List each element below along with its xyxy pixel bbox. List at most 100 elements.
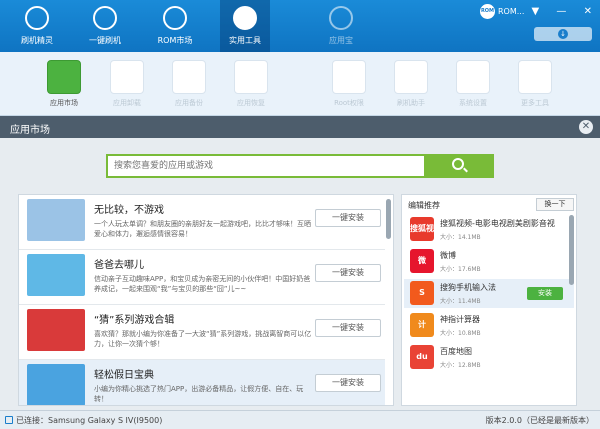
tool-root[interactable]: Root权限	[329, 60, 369, 108]
nav-one-click-flash[interactable]: 一键刷机	[80, 0, 130, 52]
weibo-icon: 微	[410, 249, 434, 273]
app-window: 刷机精灵 一键刷机 ROM市场 实用工具 应用宝 ROM ROM... ▼ — …	[0, 0, 600, 429]
search-bar	[106, 154, 494, 178]
nav-utility-tools[interactable]: 实用工具	[220, 0, 270, 52]
trash-icon	[110, 60, 144, 94]
list-item[interactable]: 爸爸去哪儿 信动亲子互动趣味APP，和宝贝成为亲密无间的小伙伴吧！中国好奶爸养成…	[19, 250, 385, 305]
install-button[interactable]: 安装	[527, 287, 563, 300]
item-title: 无比较，不游戏	[94, 205, 164, 216]
panel-close-icon[interactable]: ✕	[579, 120, 593, 134]
nav-flash-genie[interactable]: 刷机精灵	[12, 0, 62, 52]
dots-grid-icon	[394, 60, 428, 94]
tool-app-restore[interactable]: 应用恢复	[231, 60, 271, 108]
recommend-name: 搜狗手机输入法	[440, 283, 496, 292]
gear-icon	[456, 60, 490, 94]
tools-row: 应用市场 应用卸载 应用备份 应用恢复 Root权限 刷机助手 系统设置 更多工…	[0, 52, 600, 116]
search-button[interactable]	[424, 154, 494, 178]
recommend-scrollbar[interactable]	[569, 215, 574, 285]
recommend-name: 神指计算器	[440, 315, 480, 324]
search-icon-handle	[463, 167, 468, 173]
android-icon	[332, 60, 366, 94]
tool-label: 应用卸载	[113, 99, 141, 107]
nav-app-store[interactable]: 应用宝	[316, 0, 366, 52]
list-item[interactable]: 无比较，不游戏 一个人玩太单调？和朋友圈的亲朋好友一起游戏吧，比比才够味！互晒爱…	[19, 195, 385, 250]
shopping-bag-icon	[47, 60, 81, 94]
list-scrollbar[interactable]	[386, 199, 391, 239]
recommend-size: 大小：14.1MB	[440, 234, 481, 241]
app-thumbnail	[27, 254, 85, 296]
status-bar: 已连接：Samsung Galaxy S IV(I9500) 版本2.0.0（已…	[0, 410, 600, 429]
one-click-install-button[interactable]: 一键安装	[315, 374, 381, 392]
download-icon: ↓	[558, 29, 568, 39]
list-item[interactable]: “猜”系列游戏合辑 喜欢猜？那就小编为你准备了一大波“猜”系列游戏，挑战离智商可…	[19, 305, 385, 360]
recommend-item[interactable]: 搜狐视频 搜狐视频-电影电视剧美剧影音视 大小：14.1MB	[404, 215, 574, 257]
recommend-name: 微博	[440, 251, 456, 260]
recommend-item[interactable]: S 搜狗手机输入法 大小：11.4MB 安装	[404, 279, 574, 308]
item-description: 信动亲子互动趣味APP，和宝贝成为亲密无间的小伙伴吧！中国好奶爸养成记，一起来围…	[94, 275, 311, 293]
recommend-size: 大小：12.8MB	[440, 362, 481, 369]
sogou-input-icon: S	[410, 281, 434, 305]
minimize-icon[interactable]: —	[556, 6, 566, 17]
baidu-map-icon: du	[410, 345, 434, 369]
panel-title: 应用市场	[10, 125, 50, 136]
tool-flash-helper[interactable]: 刷机助手	[391, 60, 431, 108]
tool-app-market[interactable]: 应用市场	[44, 60, 84, 108]
list-item[interactable]: 轻松假日宝典 小编为你精心挑选了热门APP，出游必备精品，让假方便、自在、玩转！…	[19, 360, 385, 405]
recommend-size: 大小：11.4MB	[440, 298, 481, 305]
recommend-item[interactable]: du 百度地图 大小：12.8MB	[404, 343, 574, 372]
item-description: 小编为你精心挑选了热门APP，出游必备精品，让假方便、自在、玩转！	[94, 385, 304, 403]
app-store-icon	[329, 6, 353, 30]
editor-recommendations: 编辑推荐 换一下 搜狐视频 搜狐视频-电影电视剧美剧影音视 大小：14.1MB …	[401, 194, 577, 406]
tool-app-uninstall[interactable]: 应用卸载	[107, 60, 147, 108]
recommend-item[interactable]: 微 微博 大小：17.6MB	[404, 247, 574, 276]
tool-label: 刷机助手	[397, 99, 425, 107]
featured-app-list: 无比较，不游戏 一个人玩太单调？和朋友圈的亲朋好友一起游戏吧，比比才够味！互晒爱…	[18, 194, 394, 406]
nav-label: 实用工具	[229, 36, 261, 45]
nav-rom-market[interactable]: ROM市场	[150, 0, 200, 52]
app-thumbnail	[27, 364, 85, 405]
top-navigation-bar: 刷机精灵 一键刷机 ROM市场 实用工具 应用宝 ROM ROM... ▼ — …	[0, 0, 600, 52]
nav-label: 应用宝	[329, 36, 353, 45]
version-status: 版本2.0.0（已经是最新版本）	[485, 416, 594, 425]
tool-label: Root权限	[334, 99, 364, 107]
calculator-icon: 计	[410, 313, 434, 337]
tool-app-backup[interactable]: 应用备份	[169, 60, 209, 108]
tool-label: 应用备份	[175, 99, 203, 107]
item-title: “猜”系列游戏合辑	[94, 315, 175, 326]
app-market-panel: 应用市场 ✕ 无比较，不游戏 一个人玩太单调？和朋友圈的亲朋好友一起游戏吧，比比…	[0, 116, 600, 410]
item-description: 喜欢猜？那就小编为你准备了一大波“猜”系列游戏，挑战离智商可以亿力，让你一次猜个…	[94, 330, 312, 348]
nav-label: 刷机精灵	[21, 36, 53, 45]
search-input[interactable]	[106, 154, 424, 178]
recommend-name: 百度地图	[440, 347, 472, 356]
one-click-install-button[interactable]: 一键安装	[315, 319, 381, 337]
restore-icon	[234, 60, 268, 94]
tool-more[interactable]: 更多工具	[515, 60, 555, 108]
grid-icon	[233, 6, 257, 30]
tool-label: 应用市场	[50, 99, 78, 107]
app-thumbnail	[27, 199, 85, 241]
connection-status: 已连接：Samsung Galaxy S IV(I9500)	[16, 416, 163, 425]
app-thumbnail	[27, 309, 85, 351]
nav-label: ROM市场	[157, 36, 193, 45]
recommend-item[interactable]: 计 神指计算器 大小：10.8MB	[404, 311, 574, 340]
download-manager-button[interactable]: ↓	[534, 27, 592, 41]
window-controls: ▼ — ✕	[518, 6, 592, 17]
one-click-install-button[interactable]: 一键安装	[315, 264, 381, 282]
rom-badge-icon[interactable]: ROM	[480, 4, 495, 19]
close-icon[interactable]: ✕	[584, 6, 592, 17]
one-click-install-button[interactable]: 一键安装	[315, 209, 381, 227]
rom-icon	[163, 6, 187, 30]
sohu-video-icon: 搜狐视频	[410, 217, 434, 257]
tool-system-settings[interactable]: 系统设置	[453, 60, 493, 108]
shield-icon	[25, 6, 49, 30]
refresh-button[interactable]: 换一下	[536, 198, 574, 211]
menu-icon[interactable]: ▼	[532, 6, 540, 17]
recommend-size: 大小：17.6MB	[440, 266, 481, 273]
loading-icon	[518, 60, 552, 94]
panel-header: 应用市场 ✕	[0, 116, 600, 138]
recommend-size: 大小：10.8MB	[440, 330, 481, 337]
recommend-title: 编辑推荐	[408, 201, 440, 210]
tool-label: 应用恢复	[237, 99, 265, 107]
recommend-name: 搜狐视频-电影电视剧美剧影音视	[440, 219, 555, 228]
cursor-icon	[93, 6, 117, 30]
